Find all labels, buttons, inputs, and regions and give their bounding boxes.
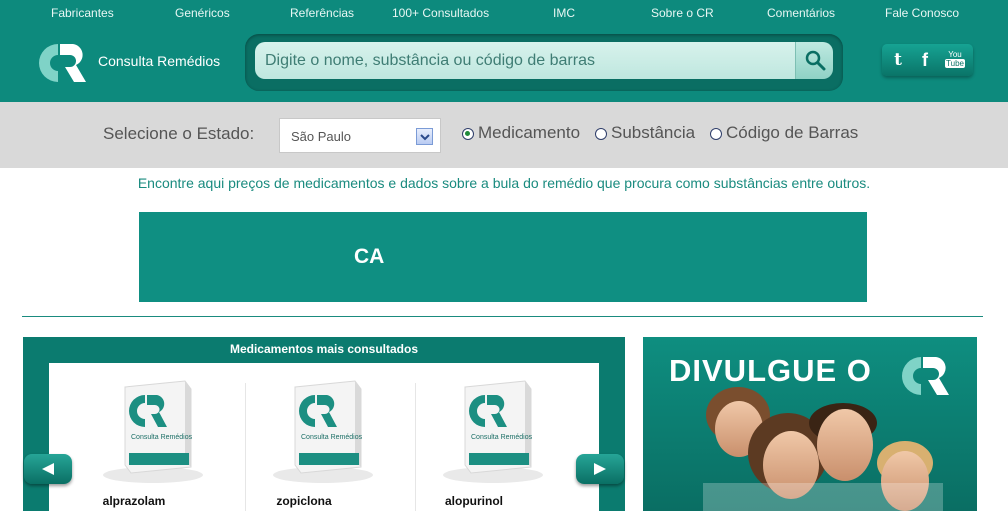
youtube-icon[interactable]: You Tube — [942, 50, 968, 70]
banner-text: CA — [354, 245, 385, 268]
arrow-right-icon — [594, 463, 606, 475]
state-select[interactable]: São Paulo — [279, 118, 441, 153]
chevron-down-icon — [420, 134, 430, 141]
radio-medicamento-dot[interactable] — [462, 128, 474, 140]
medicine-box-image: Consulta Remédios — [103, 380, 203, 483]
intro-text: Encontre aqui preços de medicamentos e d… — [137, 175, 871, 191]
nav-sobre-o-cr[interactable]: Sobre o CR — [651, 6, 714, 20]
search-button[interactable] — [795, 42, 833, 79]
state-select-arrow[interactable] — [416, 128, 433, 145]
medicine-item[interactable]: Consulta Remédios alopurinol — [389, 363, 559, 511]
radio-codigo-de-barras-label: Código de Barras — [726, 123, 859, 142]
facebook-icon[interactable]: f — [915, 50, 935, 70]
arrow-left-icon — [42, 463, 54, 475]
radio-codigo-de-barras-dot[interactable] — [710, 128, 722, 140]
medicine-name[interactable]: zopiclona — [219, 494, 389, 508]
state-select-value: São Paulo — [291, 129, 351, 144]
site-logo[interactable]: Consulta Remédios — [36, 40, 226, 86]
ad-banner[interactable]: CA — [139, 212, 867, 302]
social-links: t f You Tube — [882, 44, 973, 76]
nav-fale-conosco[interactable]: Fale Conosco — [885, 6, 959, 20]
family-photo — [703, 387, 943, 511]
radio-medicamento-label: Medicamento — [478, 123, 581, 142]
header: Fabricantes Genéricos Referências 100+ C… — [0, 0, 1008, 102]
radio-substancia-label: Substância — [611, 123, 696, 142]
medicine-carousel: Consulta Remédios alprazolam Consulta Re… — [49, 363, 599, 511]
nav-comentarios[interactable]: Comentários — [767, 6, 835, 20]
top-nav: Fabricantes Genéricos Referências 100+ C… — [0, 0, 1008, 24]
box-label: Consulta Remédios — [131, 434, 193, 441]
search-bar — [245, 34, 843, 91]
medicine-name[interactable]: alopurinol — [389, 494, 559, 508]
medicine-box-image: Consulta Remédios — [273, 380, 373, 483]
nav-referencias[interactable]: Referências — [290, 6, 354, 20]
radio-substancia-dot[interactable] — [595, 128, 607, 140]
box-label: Consulta Remédios — [301, 434, 363, 441]
twitter-icon[interactable]: t — [888, 50, 908, 70]
nav-genericos[interactable]: Genéricos — [175, 6, 230, 20]
carousel-next-button[interactable] — [576, 454, 624, 484]
youtube-icon-line1: You — [948, 50, 962, 59]
most-consulted-title: Medicamentos mais consultados — [229, 342, 419, 356]
box-label: Consulta Remédios — [471, 434, 533, 441]
search-input[interactable] — [255, 42, 795, 79]
medicine-name[interactable]: alprazolam — [49, 494, 219, 508]
nav-fabricantes[interactable]: Fabricantes — [51, 6, 114, 20]
state-bar: Selecione o Estado: São Paulo Medicament… — [0, 102, 1008, 168]
nav-imc[interactable]: IMC — [553, 6, 575, 20]
cr-logo-icon — [38, 44, 86, 82]
medicine-box-image: Consulta Remédios — [443, 380, 543, 483]
medicine-item[interactable]: Consulta Remédios alprazolam — [49, 363, 219, 511]
carousel-prev-button[interactable] — [24, 454, 72, 484]
search-icon — [805, 50, 826, 71]
medicine-item[interactable]: Consulta Remédios zopiclona — [219, 363, 389, 511]
state-label: Selecione o Estado: — [103, 124, 255, 143]
promo-banner[interactable]: DIVULGUE O — [643, 337, 977, 511]
page: Fabricantes Genéricos Referências 100+ C… — [0, 0, 1008, 511]
youtube-icon-line2: Tube — [945, 59, 965, 68]
logo-text: Consulta Remédios — [98, 53, 221, 69]
nav-100-consultados[interactable]: 100+ Consultados — [392, 6, 489, 20]
most-consulted-panel: Medicamentos mais consultados Consulta R… — [23, 337, 625, 511]
section-divider — [22, 316, 983, 317]
